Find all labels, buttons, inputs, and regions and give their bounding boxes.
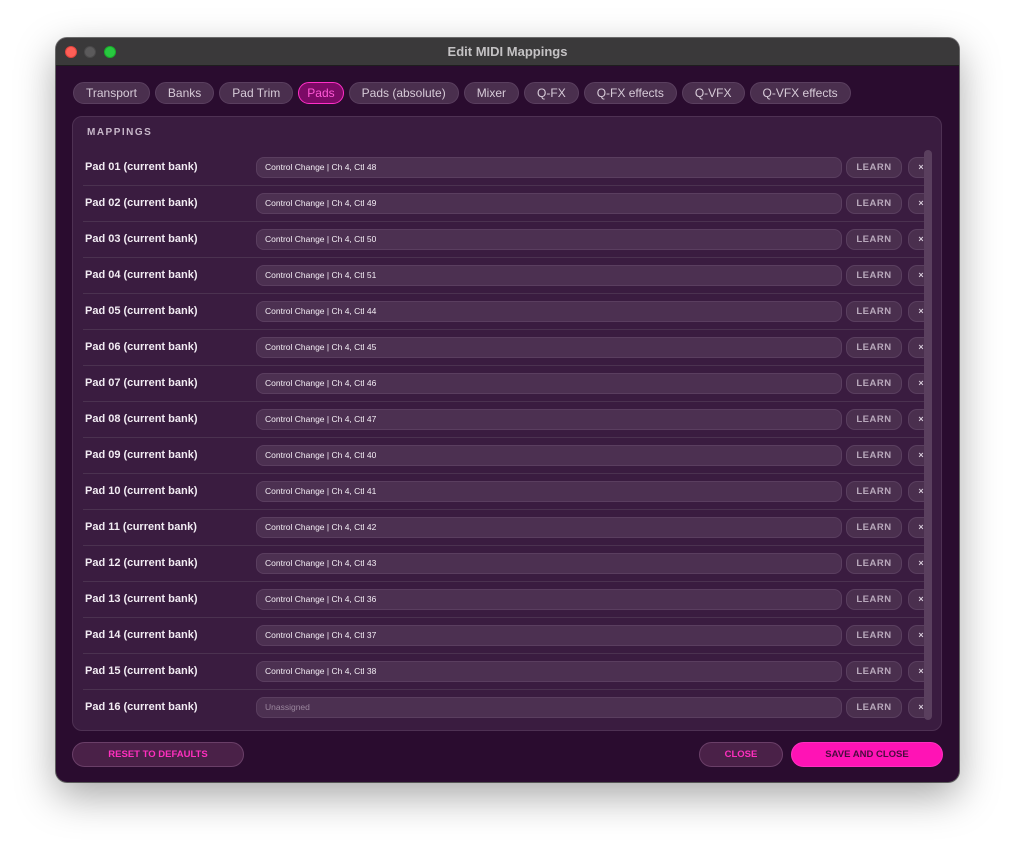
tab-pads-absolute[interactable]: Pads (absolute) (348, 82, 459, 104)
learn-button[interactable]: LEARN (846, 553, 902, 574)
mapping-row: Pad 09 (current bank) Control Change | Ch… (83, 438, 930, 474)
mapping-value-field[interactable]: Unassigned (256, 697, 842, 718)
mapping-label: Pad 09 (current bank) (85, 449, 198, 461)
mapping-value-field[interactable]: Control Change | Ch 4, Ctl 44 (256, 301, 842, 322)
learn-button[interactable]: LEARN (846, 697, 902, 718)
mapping-label: Pad 06 (current bank) (85, 341, 198, 353)
mapping-row: Pad 11 (current bank) Control Change | Ch… (83, 510, 930, 546)
learn-button[interactable]: LEARN (846, 301, 902, 322)
title-bar: Edit MIDI Mappings (56, 38, 959, 66)
learn-button[interactable]: LEARN (846, 661, 902, 682)
learn-button[interactable]: LEARN (846, 589, 902, 610)
close-button[interactable]: CLOSE (699, 742, 783, 767)
learn-button[interactable]: LEARN (846, 625, 902, 646)
mapping-row: Pad 16 (current bank) Unassigned LEARN × (83, 690, 930, 726)
tab-transport[interactable]: Transport (73, 82, 150, 104)
learn-button[interactable]: LEARN (846, 337, 902, 358)
mapping-value-field[interactable]: Control Change | Ch 4, Ctl 48 (256, 157, 842, 178)
mapping-row: Pad 15 (current bank) Control Change | Ch… (83, 654, 930, 690)
mapping-label: Pad 16 (current bank) (85, 701, 198, 713)
learn-button[interactable]: LEARN (846, 373, 902, 394)
learn-button[interactable]: LEARN (846, 481, 902, 502)
mapping-value-field[interactable]: Control Change | Ch 4, Ctl 40 (256, 445, 842, 466)
mapping-value-field[interactable]: Control Change | Ch 4, Ctl 51 (256, 265, 842, 286)
mapping-value-field[interactable]: Control Change | Ch 4, Ctl 42 (256, 517, 842, 538)
tab-bar: Transport Banks Pad Trim Pads Pads (absolute… (73, 82, 851, 104)
mapping-row: Pad 04 (current bank) Control Change | Ch… (83, 258, 930, 294)
mappings-list: Pad 01 (current bank) Control Change | Ch… (83, 150, 930, 726)
mapping-row: Pad 01 (current bank) Control Change | Ch… (83, 150, 930, 186)
mappings-scrollbar[interactable] (924, 150, 932, 720)
mapping-label: Pad 01 (current bank) (85, 161, 198, 173)
mapping-value-field[interactable]: Control Change | Ch 4, Ctl 46 (256, 373, 842, 394)
mapping-row: Pad 13 (current bank) Control Change | Ch… (83, 582, 930, 618)
mapping-value-field[interactable]: Control Change | Ch 4, Ctl 45 (256, 337, 842, 358)
tab-q-vfx-effects[interactable]: Q-VFX effects (749, 82, 851, 104)
mapping-label: Pad 05 (current bank) (85, 305, 198, 317)
mapping-label: Pad 14 (current bank) (85, 629, 198, 641)
mapping-label: Pad 13 (current bank) (85, 593, 198, 605)
mappings-panel: MAPPINGS Pad 01 (current bank) Control Ch… (72, 116, 942, 731)
learn-button[interactable]: LEARN (846, 229, 902, 250)
mapping-label: Pad 15 (current bank) (85, 665, 198, 677)
learn-button[interactable]: LEARN (846, 193, 902, 214)
mapping-row: Pad 06 (current bank) Control Change | Ch… (83, 330, 930, 366)
mapping-row: Pad 02 (current bank) Control Change | Ch… (83, 186, 930, 222)
mapping-row: Pad 05 (current bank) Control Change | Ch… (83, 294, 930, 330)
mapping-label: Pad 11 (current bank) (85, 521, 197, 533)
window-title: Edit MIDI Mappings (447, 44, 568, 59)
learn-button[interactable]: LEARN (846, 409, 902, 430)
learn-button[interactable]: LEARN (846, 517, 902, 538)
mapping-label: Pad 07 (current bank) (85, 377, 198, 389)
edit-midi-mappings-window: Edit MIDI Mappings Transport Banks Pad Tri… (56, 38, 959, 782)
mapping-label: Pad 02 (current bank) (85, 197, 198, 209)
mapping-value-field[interactable]: Control Change | Ch 4, Ctl 47 (256, 409, 842, 430)
tab-pads[interactable]: Pads (298, 82, 344, 104)
mapping-row: Pad 08 (current bank) Control Change | Ch… (83, 402, 930, 438)
mapping-label: Pad 03 (current bank) (85, 233, 198, 245)
mapping-row: Pad 03 (current bank) Control Change | Ch… (83, 222, 930, 258)
tab-q-vfx[interactable]: Q-VFX (681, 82, 745, 104)
mapping-label: Pad 12 (current bank) (85, 557, 198, 569)
tab-q-fx-effects[interactable]: Q-FX effects (583, 82, 677, 104)
mapping-value-field[interactable]: Control Change | Ch 4, Ctl 36 (256, 589, 842, 610)
mapping-label: Pad 08 (current bank) (85, 413, 198, 425)
tab-q-fx[interactable]: Q-FX (524, 82, 579, 104)
tab-mixer[interactable]: Mixer (463, 82, 520, 104)
mapping-row: Pad 07 (current bank) Control Change | Ch… (83, 366, 930, 402)
mappings-section-title: MAPPINGS (87, 127, 153, 138)
mapping-label: Pad 04 (current bank) (85, 269, 198, 281)
tab-pad-trim[interactable]: Pad Trim (219, 82, 294, 104)
learn-button[interactable]: LEARN (846, 265, 902, 286)
mapping-value-field[interactable]: Control Change | Ch 4, Ctl 38 (256, 661, 842, 682)
mapping-value-field[interactable]: Control Change | Ch 4, Ctl 41 (256, 481, 842, 502)
mapping-row: Pad 10 (current bank) Control Change | Ch… (83, 474, 930, 510)
mapping-value-field[interactable]: Control Change | Ch 4, Ctl 49 (256, 193, 842, 214)
mapping-row: Pad 14 (current bank) Control Change | Ch… (83, 618, 930, 654)
mapping-value-field[interactable]: Control Change | Ch 4, Ctl 43 (256, 553, 842, 574)
mapping-value-field[interactable]: Control Change | Ch 4, Ctl 50 (256, 229, 842, 250)
learn-button[interactable]: LEARN (846, 445, 902, 466)
mapping-label: Pad 10 (current bank) (85, 485, 198, 497)
save-and-close-button[interactable]: SAVE AND CLOSE (791, 742, 943, 767)
tab-banks[interactable]: Banks (154, 82, 215, 104)
reset-to-defaults-button[interactable]: RESET TO DEFAULTS (72, 742, 244, 767)
mapping-value-field[interactable]: Control Change | Ch 4, Ctl 37 (256, 625, 842, 646)
mapping-row: Pad 12 (current bank) Control Change | Ch… (83, 546, 930, 582)
learn-button[interactable]: LEARN (846, 157, 902, 178)
